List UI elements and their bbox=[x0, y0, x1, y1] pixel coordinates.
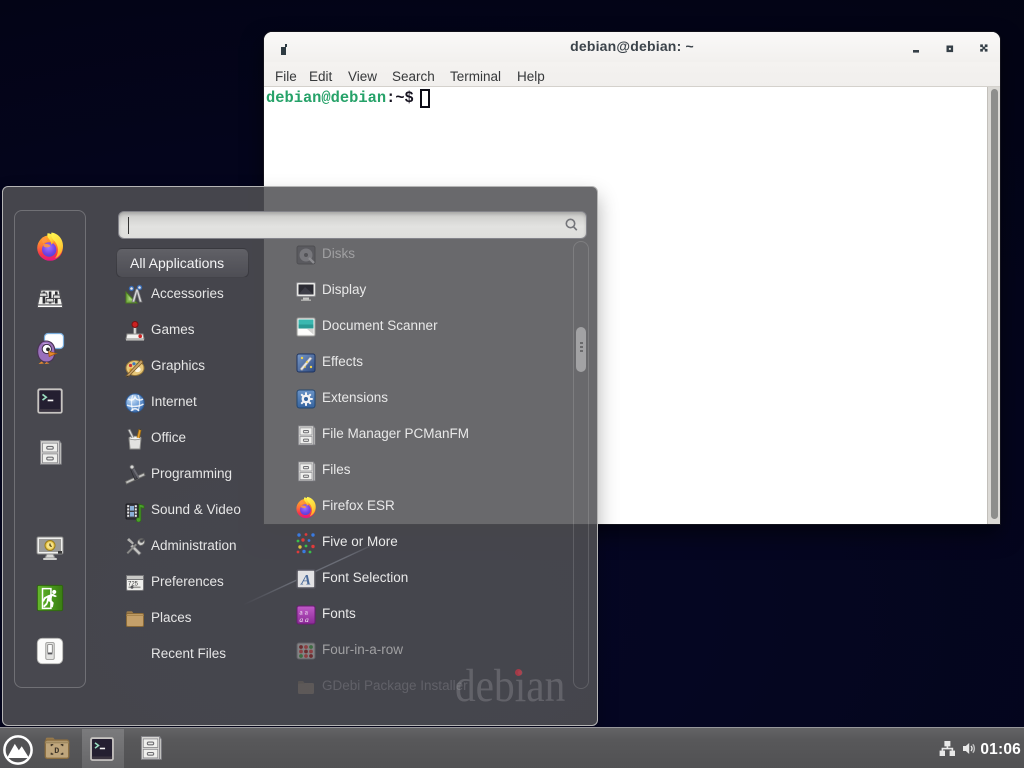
svg-text:a a: a a bbox=[299, 615, 309, 624]
svg-text:A: A bbox=[300, 573, 311, 589]
svg-text:D: D bbox=[54, 746, 59, 756]
